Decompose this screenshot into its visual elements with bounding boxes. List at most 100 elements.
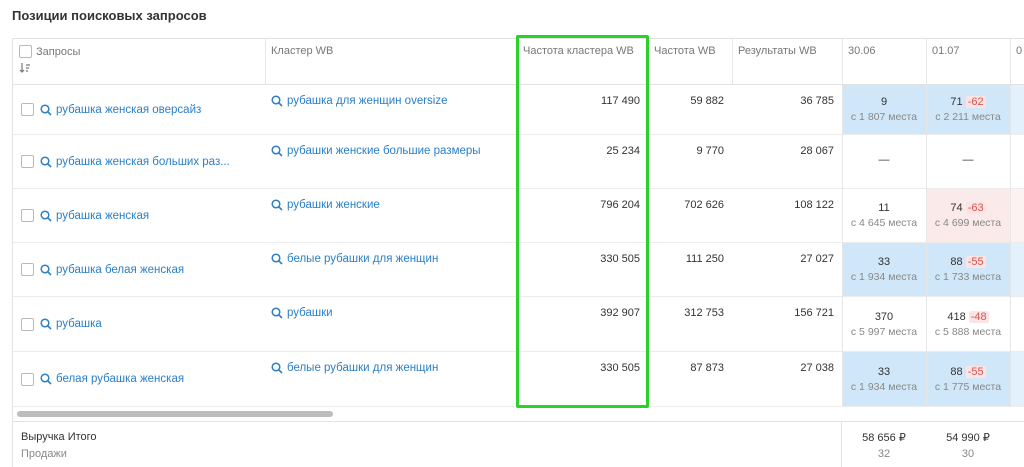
position-date-1: 33 с 1 934 места (842, 243, 926, 296)
position-value: — (878, 154, 890, 166)
row-checkbox[interactable] (21, 372, 34, 386)
page-title: Позиции поисковых запросов (12, 8, 207, 23)
cluster-cell[interactable]: белые рубашки для женщин (271, 243, 517, 296)
table-row: рубашка женская больших раз... рубашки ж… (13, 135, 1024, 189)
cluster-text: рубашки женские (287, 199, 380, 211)
cluster-freq-cell: 796 204 (600, 199, 640, 211)
position-date-3 (1010, 189, 1024, 242)
header-queries[interactable]: Запросы (13, 39, 265, 85)
position-date-2: 88 -55 с 1 733 места (926, 243, 1010, 296)
header-date-3[interactable]: 0 (1010, 39, 1024, 85)
position-delta: -63 (965, 202, 986, 214)
search-icon (40, 155, 56, 168)
freq-cell: 702 626 (684, 199, 724, 211)
position-prev: с 4 699 места (934, 217, 1002, 229)
cluster-cell[interactable]: рубашки женские большие размеры (271, 135, 517, 188)
cluster-cell[interactable]: рубашки (271, 297, 517, 351)
position-prev: с 1 934 места (850, 380, 918, 393)
cluster-freq-cell: 330 505 (600, 253, 640, 265)
horizontal-scrollbar[interactable] (17, 411, 333, 417)
query-text: рубашка женская больших раз... (56, 155, 230, 168)
position-date-1: 11 с 4 645 места (842, 189, 926, 242)
cluster-cell[interactable]: белые рубашки для женщин (271, 352, 517, 406)
results-cell: 28 067 (800, 145, 834, 157)
search-icon (271, 145, 287, 157)
cluster-freq-cell: 392 907 (600, 307, 640, 319)
query-link[interactable]: белая рубашка женская (40, 373, 184, 385)
search-icon (271, 307, 287, 319)
search-icon (40, 263, 56, 276)
table-row: рубашка женская рубашки женские 796 204 … (13, 189, 1024, 243)
position-prev: с 5 997 места (850, 325, 918, 338)
query-link[interactable]: рубашка женская оверсайз (40, 104, 201, 116)
cluster-text: рубашки женские большие размеры (287, 145, 481, 157)
position-delta: -62 (965, 96, 986, 108)
position-prev: с 4 645 места (850, 217, 918, 229)
row-checkbox[interactable] (21, 103, 34, 116)
position-value: 9 (880, 96, 888, 108)
queries-table: Запросы Кластер WB Частота кластера WB Ч… (12, 38, 1024, 467)
position-date-3 (1010, 352, 1024, 406)
position-delta: -55 (965, 256, 986, 268)
date-1-revenue: 58 656 ₽ (862, 432, 906, 444)
query-cell: белая рубашка женская (21, 352, 265, 406)
cluster-cell[interactable]: рубашки женские (271, 189, 517, 242)
position-date-2: — (926, 135, 1010, 188)
select-all-checkbox[interactable] (19, 45, 32, 58)
position-prev: с 1 807 места (850, 111, 918, 123)
position-delta: -55 (965, 365, 986, 378)
header-cluster-freq[interactable]: Частота кластера WB (517, 39, 648, 85)
position-prev: с 1 775 места (934, 380, 1002, 393)
query-link[interactable]: рубашка (40, 318, 102, 330)
row-checkbox[interactable] (21, 263, 34, 276)
query-cell: рубашка женская оверсайз (21, 85, 265, 134)
freq-cell: 312 753 (684, 307, 724, 319)
position-delta: -48 (968, 310, 989, 323)
sort-icon[interactable] (19, 62, 31, 74)
position-value: 33 (877, 256, 891, 268)
table-row: рубашка белая женская белые рубашки для … (13, 243, 1024, 297)
table-row: рубашка женская оверсайз рубашка для жен… (13, 85, 1024, 135)
search-icon (40, 318, 56, 330)
results-cell: 27 038 (800, 362, 834, 374)
row-checkbox[interactable] (21, 209, 34, 222)
freq-cell: 111 250 (685, 253, 724, 265)
row-checkbox[interactable] (21, 155, 34, 168)
header-date-1[interactable]: 30.06 (842, 39, 926, 85)
date-2-revenue: 54 990 ₽ (946, 432, 990, 444)
position-value: 11 (878, 202, 890, 214)
position-prev: с 1 934 места (850, 271, 918, 283)
header-cluster[interactable]: Кластер WB (265, 39, 517, 85)
revenue-label: Выручка Итого (21, 431, 97, 443)
query-link[interactable]: рубашка женская (40, 210, 149, 222)
query-cell: рубашка женская больших раз... (21, 135, 265, 188)
position-value: 370 (874, 310, 894, 323)
freq-cell: 59 882 (690, 95, 724, 107)
cluster-freq-cell: 330 505 (600, 362, 640, 374)
position-date-3 (1010, 243, 1024, 296)
header-date-2[interactable]: 01.07 (926, 39, 1010, 85)
table-row: белая рубашка женская белые рубашки для … (13, 352, 1024, 407)
query-link[interactable]: рубашка женская больших раз... (40, 156, 230, 168)
position-date-2: 88 -55 с 1 775 места (926, 352, 1010, 406)
date-1-sales: 32 (877, 448, 891, 460)
position-date-1: 33 с 1 934 места (842, 352, 926, 406)
position-prev: с 2 211 места (935, 111, 1001, 123)
position-value: 88 (950, 365, 963, 378)
position-date-2: 71 -62 с 2 211 места (926, 85, 1010, 134)
query-link[interactable]: рубашка белая женская (40, 264, 184, 276)
header-freq[interactable]: Частота WB (648, 39, 732, 85)
position-date-1: 9 с 1 807 места (842, 85, 926, 134)
row-checkbox[interactable] (21, 317, 34, 331)
header-results[interactable]: Результаты WB (732, 39, 842, 85)
position-prev: с 1 733 места (934, 271, 1002, 283)
cluster-text: белые рубашки для женщин (287, 253, 439, 265)
results-cell: 156 721 (794, 307, 834, 319)
query-text: рубашка женская оверсайз (56, 103, 202, 116)
position-date-3 (1010, 85, 1024, 134)
cluster-freq-cell: 25 234 (606, 145, 640, 157)
position-date-1: 370 с 5 997 места (842, 297, 926, 351)
position-date-3 (1010, 135, 1024, 188)
cluster-cell[interactable]: рубашка для женщин oversize (271, 85, 517, 134)
position-value: 71 (950, 96, 963, 108)
